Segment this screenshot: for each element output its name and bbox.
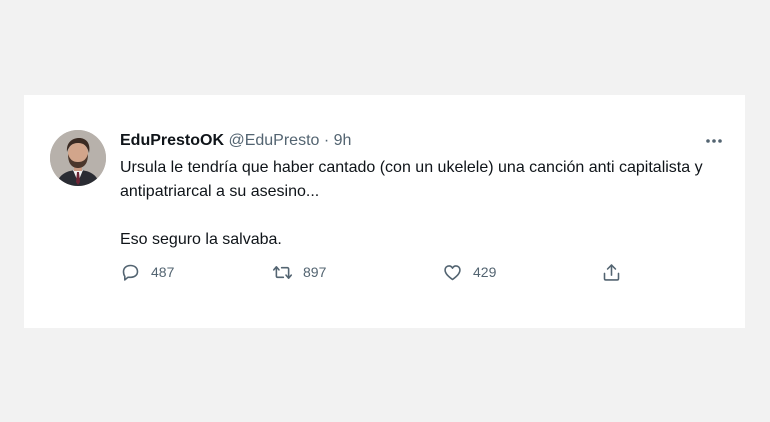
- more-horizontal-icon: [706, 139, 722, 143]
- more-options-button[interactable]: [702, 131, 726, 151]
- tweet-header: EduPrestoOK @EduPresto · 9h: [120, 131, 351, 151]
- like-button[interactable]: 429: [442, 260, 496, 284]
- handle[interactable]: @EduPresto: [228, 132, 319, 149]
- retweet-icon: [272, 265, 293, 279]
- reply-button[interactable]: 487: [120, 260, 174, 284]
- display-name[interactable]: EduPrestoOK: [120, 132, 224, 149]
- tweet-text-paragraph: Eso seguro la salvaba.: [120, 231, 282, 248]
- retweet-button[interactable]: 897: [272, 260, 326, 284]
- like-count: 429: [473, 264, 497, 280]
- share-button[interactable]: [601, 260, 622, 284]
- avatar[interactable]: [50, 130, 106, 186]
- tweet-text: Ursula le tendría que haber cantado (con…: [120, 156, 710, 252]
- tweet-card[interactable]: EduPrestoOK @EduPresto · 9h Ursula le te…: [24, 95, 745, 328]
- tweet-actions: 487 897 429: [120, 260, 660, 284]
- tweet-timestamp[interactable]: 9h: [334, 132, 352, 149]
- retweet-count: 897: [303, 264, 327, 280]
- reply-count: 487: [151, 264, 175, 280]
- tweet-text-paragraph: Ursula le tendría que haber cantado (con…: [120, 159, 703, 200]
- meta-separator: ·: [323, 132, 330, 149]
- reply-icon: [122, 264, 139, 281]
- heart-icon: [444, 264, 461, 280]
- share-icon: [603, 263, 620, 281]
- avatar-photo: [50, 130, 106, 186]
